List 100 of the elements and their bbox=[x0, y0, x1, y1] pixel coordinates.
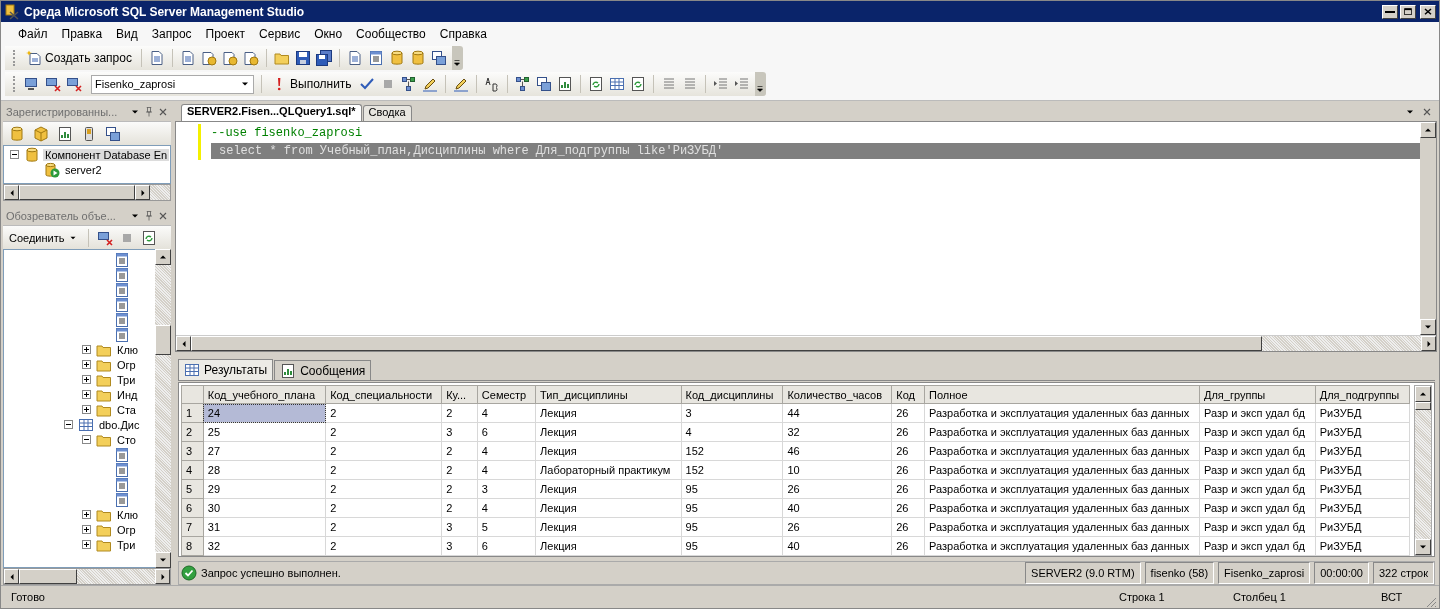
monitor-icon[interactable] bbox=[24, 76, 40, 92]
menu-item[interactable]: Сообщество bbox=[349, 26, 433, 41]
expand-toggle[interactable] bbox=[64, 420, 73, 429]
minimize-button[interactable] bbox=[1382, 4, 1398, 19]
disconnect-icon[interactable] bbox=[45, 76, 61, 92]
document-icon[interactable] bbox=[179, 50, 196, 66]
list-icon[interactable] bbox=[114, 311, 130, 328]
column-header[interactable]: Для_группы bbox=[1199, 385, 1316, 404]
tree-item[interactable]: Инд bbox=[115, 388, 140, 401]
list-icon[interactable] bbox=[114, 326, 130, 343]
close-icon[interactable] bbox=[157, 106, 169, 118]
vertical-scrollbar[interactable] bbox=[1420, 122, 1436, 335]
disconnect-icon[interactable] bbox=[96, 229, 113, 246]
database-icon[interactable] bbox=[388, 50, 405, 66]
execute-button[interactable]: Выполнить bbox=[269, 74, 354, 94]
menu-item[interactable]: Справка bbox=[432, 26, 494, 41]
refresh-icon[interactable] bbox=[587, 76, 604, 92]
tree-item[interactable]: Ста bbox=[115, 403, 138, 416]
check-icon[interactable] bbox=[358, 76, 375, 92]
resize-grip[interactable] bbox=[1425, 596, 1437, 608]
database-document-icon[interactable] bbox=[221, 50, 238, 66]
overflow-icon[interactable] bbox=[452, 58, 463, 68]
document-tab[interactable]: Сводка bbox=[362, 105, 412, 121]
database-icon[interactable] bbox=[409, 50, 426, 66]
close-button[interactable] bbox=[1420, 4, 1436, 19]
expand-toggle[interactable] bbox=[82, 390, 91, 399]
tree-item[interactable]: Сто bbox=[115, 433, 138, 446]
expand-toggle[interactable] bbox=[10, 150, 19, 159]
menu-item[interactable]: Вид bbox=[109, 26, 145, 41]
expand-toggle[interactable] bbox=[82, 405, 91, 414]
grid-icon[interactable] bbox=[608, 76, 625, 92]
menu-item[interactable]: Сервис bbox=[252, 26, 308, 41]
indent-icon[interactable] bbox=[733, 76, 750, 92]
horizontal-scrollbar[interactable] bbox=[3, 568, 171, 585]
database-document-icon[interactable] bbox=[242, 50, 259, 66]
pencil-icon[interactable] bbox=[421, 76, 438, 92]
pencil-icon[interactable] bbox=[452, 76, 469, 92]
menu-item[interactable]: Проект bbox=[198, 26, 253, 41]
horizontal-scrollbar[interactable] bbox=[176, 335, 1436, 351]
expand-toggle[interactable] bbox=[82, 345, 91, 354]
indent-icon[interactable] bbox=[712, 76, 729, 92]
maximize-button[interactable] bbox=[1400, 4, 1416, 19]
tree-item[interactable]: dbo.Дис bbox=[97, 418, 142, 431]
expand-toggle[interactable] bbox=[82, 540, 91, 549]
expand-toggle[interactable] bbox=[82, 435, 91, 444]
results-tab[interactable]: Сообщения bbox=[274, 360, 372, 380]
tree-item[interactable]: Огр bbox=[115, 523, 138, 536]
database-dropdown[interactable]: Fisenko_zaprosi bbox=[91, 74, 254, 94]
pin-icon[interactable] bbox=[143, 210, 155, 222]
font-icon[interactable] bbox=[483, 76, 500, 92]
list-icon[interactable] bbox=[114, 446, 130, 463]
expand-toggle[interactable] bbox=[82, 375, 91, 384]
list-icon[interactable] bbox=[114, 491, 130, 508]
scroll-thumb[interactable] bbox=[155, 325, 171, 355]
tree-item[interactable]: Три bbox=[115, 538, 138, 551]
column-header[interactable]: Семестр bbox=[477, 385, 536, 404]
list-icon[interactable] bbox=[114, 296, 130, 313]
tree-item[interactable]: server2 bbox=[63, 163, 104, 176]
menu-item[interactable]: Запрос bbox=[144, 26, 199, 41]
tree-item[interactable]: Три bbox=[115, 373, 138, 386]
tree-item[interactable]: Клю bbox=[115, 508, 141, 521]
menu-item[interactable]: Файл bbox=[11, 26, 55, 41]
list-icon[interactable] bbox=[367, 50, 384, 66]
database-document-icon[interactable] bbox=[200, 50, 217, 66]
windows-icon[interactable] bbox=[535, 76, 552, 92]
document-icon[interactable] bbox=[148, 50, 165, 66]
close-icon[interactable] bbox=[157, 210, 169, 222]
overflow-icon[interactable] bbox=[755, 84, 766, 94]
results-tab[interactable]: Результаты bbox=[178, 359, 274, 380]
tree-item[interactable]: Клю bbox=[115, 343, 141, 356]
report-icon[interactable] bbox=[556, 76, 573, 92]
document-icon[interactable] bbox=[346, 50, 363, 66]
vertical-scrollbar[interactable] bbox=[155, 249, 171, 568]
menu-item[interactable]: Правка bbox=[54, 26, 110, 41]
expand-toggle[interactable] bbox=[82, 510, 91, 519]
tree-item[interactable]: Огр bbox=[115, 358, 138, 371]
close-icon[interactable] bbox=[1421, 106, 1433, 118]
scroll-thumb[interactable] bbox=[1415, 402, 1431, 410]
windows-icon[interactable] bbox=[430, 50, 447, 66]
scroll-thumb[interactable] bbox=[191, 336, 1262, 351]
list-icon[interactable] bbox=[114, 266, 130, 283]
diagram-icon[interactable] bbox=[400, 76, 417, 92]
list-icon[interactable] bbox=[114, 461, 130, 478]
list-icon[interactable] bbox=[114, 251, 130, 268]
pin-icon[interactable] bbox=[143, 106, 155, 118]
list-icon[interactable] bbox=[114, 476, 130, 493]
save-all-icon[interactable] bbox=[315, 50, 332, 66]
expand-toggle[interactable] bbox=[82, 360, 91, 369]
list-icon[interactable] bbox=[114, 281, 130, 298]
column-header[interactable]: Полное bbox=[924, 385, 1200, 404]
new-query-button[interactable]: Создать запрос bbox=[24, 48, 134, 68]
report-icon[interactable] bbox=[57, 125, 73, 142]
save-icon[interactable] bbox=[294, 50, 311, 66]
windows-icon[interactable] bbox=[105, 125, 121, 142]
column-header[interactable]: Код bbox=[891, 385, 925, 404]
scroll-thumb[interactable] bbox=[19, 569, 78, 584]
expand-toggle[interactable] bbox=[82, 525, 91, 534]
diagram-icon[interactable] bbox=[514, 76, 531, 92]
database-icon[interactable] bbox=[9, 125, 25, 142]
menu-item[interactable]: Окно bbox=[307, 26, 350, 41]
